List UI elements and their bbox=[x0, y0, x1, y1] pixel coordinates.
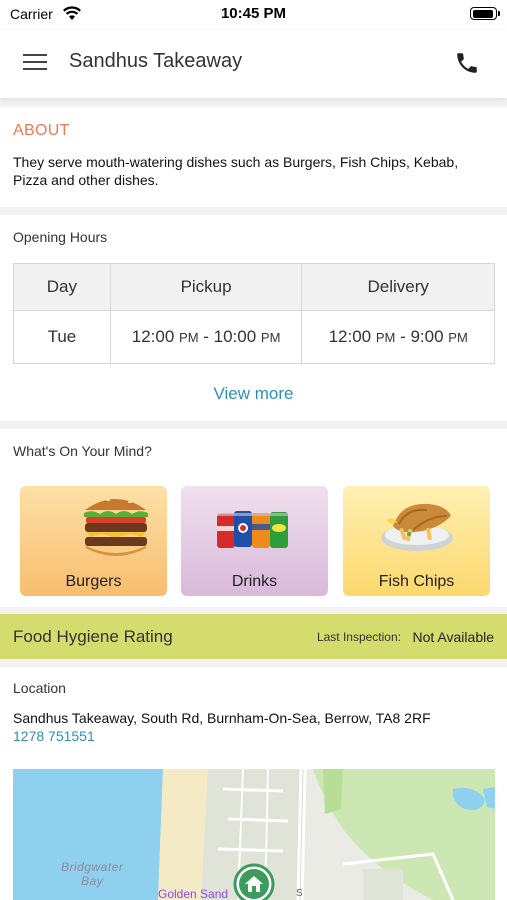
delivery-start-time: 12:00 bbox=[328, 327, 372, 346]
hamburger-menu-icon[interactable] bbox=[23, 52, 47, 72]
pickup-hours-cell: 12:00 PM - 10:00 PM bbox=[109, 310, 303, 364]
table-row: Tue 12:00 PM - 10:00 PM 12:00 PM - 9:00 … bbox=[13, 310, 495, 364]
fish-and-chips-icon bbox=[381, 503, 453, 551]
phone-call-icon[interactable] bbox=[454, 50, 480, 76]
category-label-drinks: Drinks bbox=[231, 573, 278, 590]
burger-icon bbox=[84, 496, 148, 556]
category-card-fish-chips[interactable]: Fish Chips bbox=[343, 486, 490, 596]
delivery-start-ampm: PM bbox=[375, 330, 396, 345]
about-section: ABOUT They serve mouth-watering dishes s… bbox=[0, 107, 507, 207]
address-text: Sandhus Takeaway, South Rd, Burnham-On-S… bbox=[13, 710, 431, 726]
delivery-hours-cell: 12:00 PM - 9:00 PM bbox=[301, 310, 495, 364]
pickup-end-time: 10:00 bbox=[213, 327, 257, 346]
column-header-delivery: Delivery bbox=[301, 263, 495, 311]
pickup-end-ampm: PM bbox=[260, 330, 281, 345]
table-header-row: Day Pickup Delivery bbox=[13, 263, 495, 311]
map-place-label: Golden Sand bbox=[158, 887, 229, 900]
about-heading: ABOUT bbox=[13, 122, 70, 139]
view-more-link[interactable]: View more bbox=[0, 384, 507, 404]
category-label-fish-chips: Fish Chips bbox=[378, 573, 455, 590]
whats-on-your-mind-label: What's On Your Mind? bbox=[13, 443, 152, 459]
app-header: Sandhus Takeaway bbox=[0, 30, 507, 98]
column-header-pickup: Pickup bbox=[109, 263, 303, 311]
opening-hours-label: Opening Hours bbox=[13, 229, 108, 245]
status-bar: Carrier 10:45 PM bbox=[0, 0, 507, 30]
column-header-day: Day bbox=[13, 263, 111, 311]
location-map[interactable]: Bridgwater Bay Golden Sand S bbox=[13, 769, 495, 900]
soda-cans-icon bbox=[217, 511, 288, 548]
map-road-label: S bbox=[296, 888, 303, 899]
category-card-drinks[interactable]: Drinks bbox=[181, 486, 328, 596]
about-description: They serve mouth-watering dishes such as… bbox=[13, 154, 459, 188]
delivery-end-time: 9:00 bbox=[410, 327, 444, 346]
day-cell: Tue bbox=[13, 310, 111, 364]
map-water-label: Bridgwater Bay bbox=[61, 860, 124, 888]
last-inspection-label: Last Inspection: bbox=[316, 630, 401, 644]
location-section: Location Sandhus Takeaway, South Rd, Bur… bbox=[0, 667, 507, 900]
food-hygiene-title: Food Hygiene Rating bbox=[13, 627, 173, 646]
opening-hours-table: Day Pickup Delivery Tue 12:00 PM - 10:00… bbox=[13, 263, 495, 364]
home-map-pin-icon[interactable] bbox=[233, 863, 275, 900]
food-hygiene-bar: Food Hygiene Rating Last Inspection: Not… bbox=[0, 614, 507, 659]
last-inspection-value: Not Available bbox=[412, 629, 494, 645]
opening-hours-section: Opening Hours Day Pickup Delivery Tue 12… bbox=[0, 215, 507, 421]
pickup-start-time: 12:00 bbox=[131, 327, 175, 346]
status-clock: 10:45 PM bbox=[220, 5, 287, 22]
phone-number-link[interactable]: 1278 751551 bbox=[13, 728, 95, 744]
delivery-end-ampm: PM bbox=[448, 330, 468, 345]
whats-on-your-mind-section: What's On Your Mind? Burgers Drinks Fish… bbox=[0, 429, 507, 607]
pickup-start-ampm: PM bbox=[179, 330, 199, 345]
page-title: Sandhus Takeaway bbox=[69, 50, 243, 72]
category-card-burgers[interactable]: Burgers bbox=[20, 486, 167, 596]
location-label: Location bbox=[13, 680, 66, 696]
battery-icon bbox=[470, 7, 500, 20]
category-label-burgers: Burgers bbox=[65, 573, 122, 590]
